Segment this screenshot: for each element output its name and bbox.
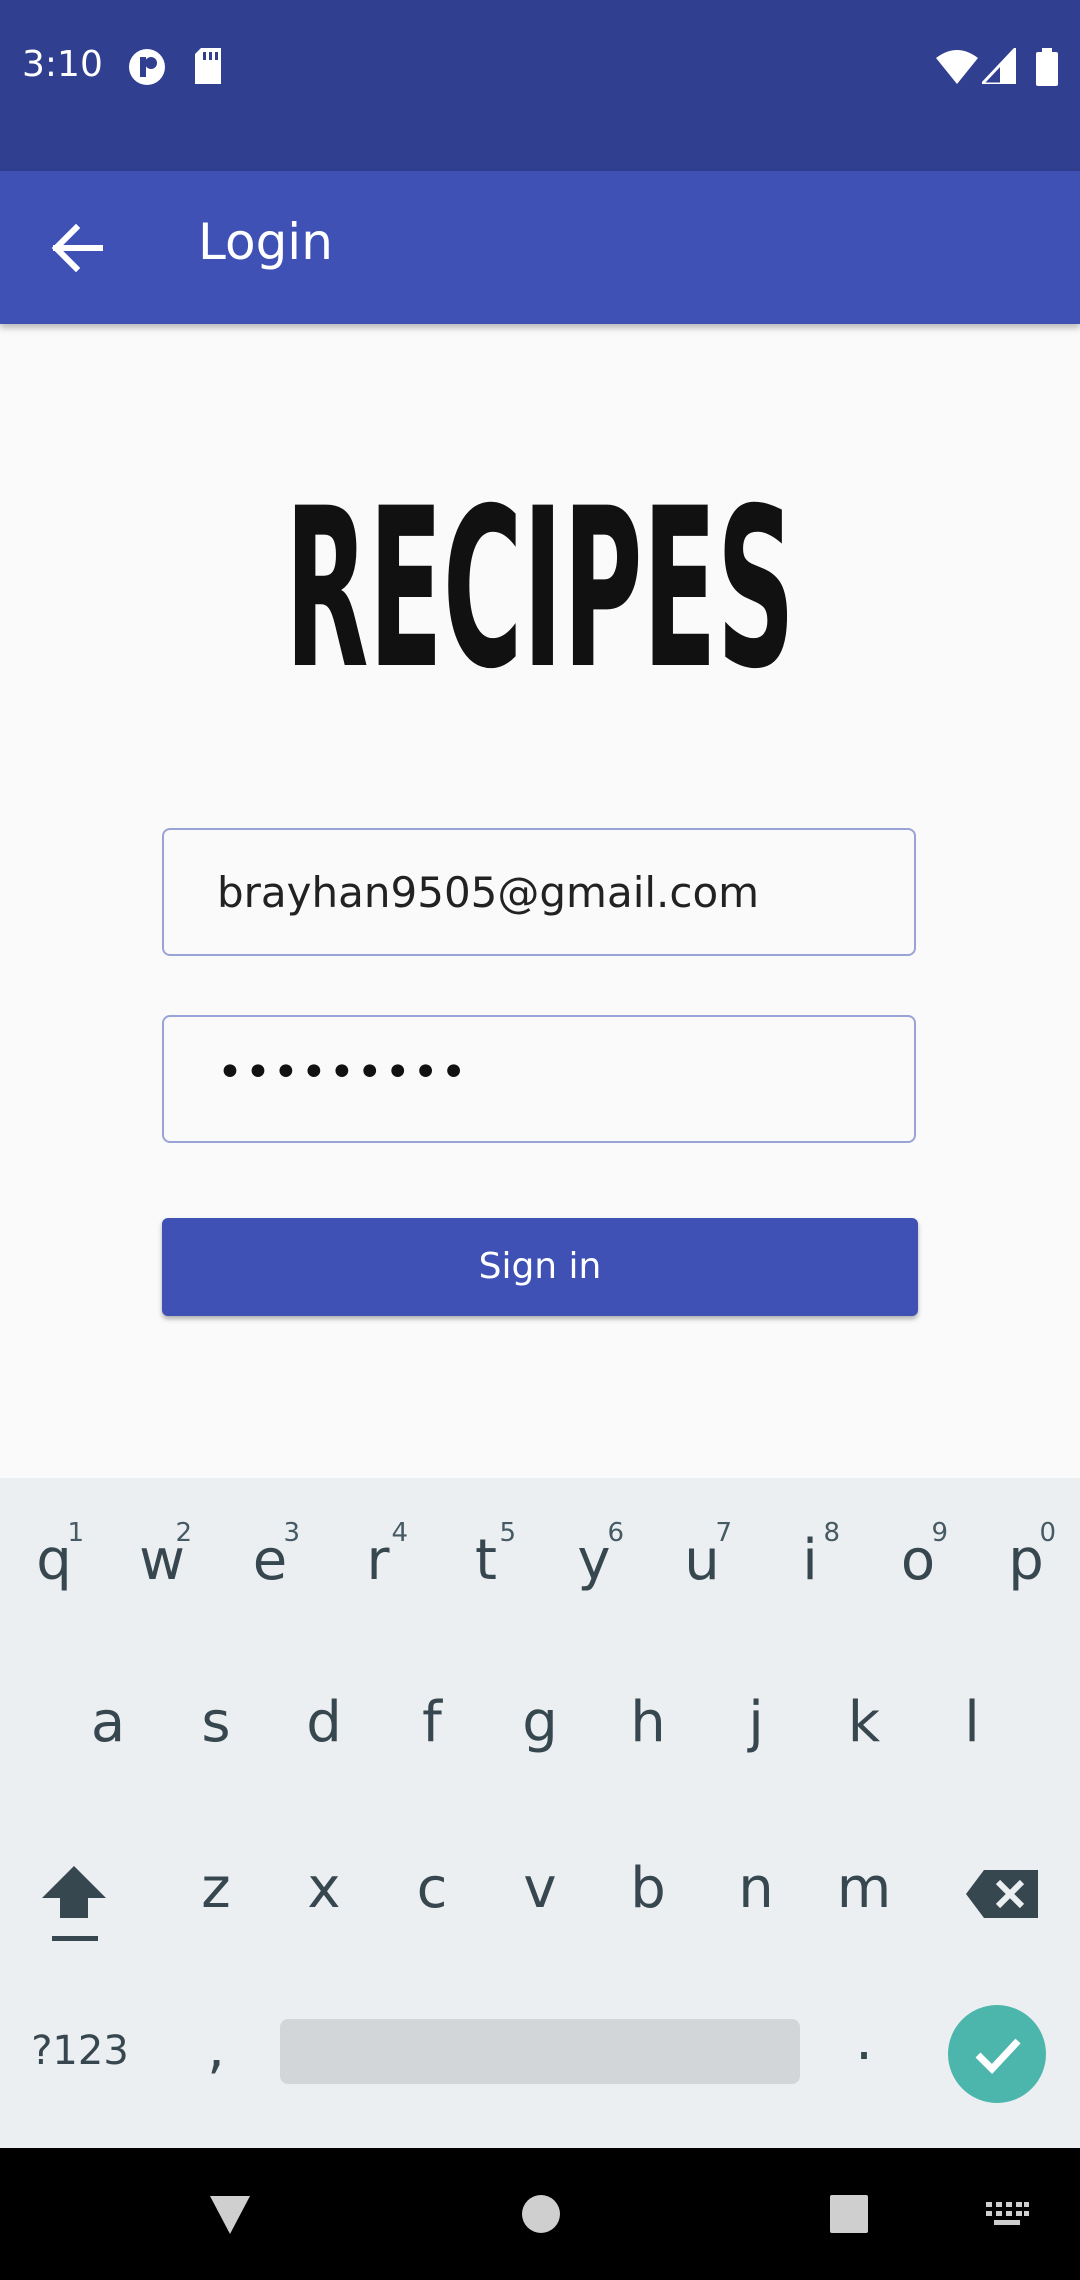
notification-app-icon [129, 49, 165, 85]
status-time: 3:10 [22, 44, 103, 85]
sign-in-button[interactable]: Sign in [162, 1218, 918, 1316]
arrow-back-icon [51, 223, 103, 273]
enter-key[interactable] [948, 2005, 1046, 2103]
password-value: ••••••••• [217, 1047, 469, 1098]
back-nav-icon[interactable] [206, 2190, 254, 2238]
key-u[interactable]: 7u [652, 1518, 752, 1593]
recipes-logo: RECIPES [285, 470, 795, 690]
back-button[interactable] [40, 211, 115, 286]
key-l[interactable]: l [922, 1690, 1022, 1755]
key-o[interactable]: 9o [868, 1518, 968, 1593]
key-b[interactable]: b [598, 1856, 698, 1921]
symbols-key[interactable]: ?123 [20, 2028, 140, 2074]
space-bar[interactable] [280, 2019, 800, 2084]
key-h[interactable]: h [598, 1690, 698, 1755]
key-q[interactable]: 1q [4, 1518, 104, 1593]
key-x[interactable]: x [274, 1856, 374, 1921]
key-d[interactable]: d [274, 1690, 374, 1755]
key-y[interactable]: 6y [544, 1518, 644, 1593]
email-field[interactable] [162, 828, 916, 956]
signal-icon [982, 48, 1016, 84]
check-icon [975, 2038, 1021, 2075]
key-v[interactable]: v [490, 1856, 590, 1921]
backspace-icon [966, 1870, 1038, 1918]
keyboard-switch-icon[interactable] [984, 2200, 1030, 2228]
key-n[interactable]: n [706, 1856, 806, 1921]
key-w[interactable]: 2w [112, 1518, 212, 1593]
key-j[interactable]: j [706, 1690, 806, 1755]
navigation-bar [0, 2148, 1080, 2280]
key-p[interactable]: 0p [976, 1518, 1076, 1593]
backspace-key[interactable] [954, 1856, 1054, 1936]
status-bar: 3:10 [0, 0, 1080, 171]
key-f[interactable]: f [382, 1690, 482, 1755]
key-t[interactable]: 5t [436, 1518, 536, 1593]
key-i[interactable]: 8i [760, 1518, 860, 1593]
key-e[interactable]: 3e [220, 1518, 320, 1593]
recents-nav-icon[interactable] [828, 2193, 870, 2235]
key-r[interactable]: 4r [328, 1518, 428, 1593]
logo-text: RECIPES [285, 470, 795, 690]
key-s[interactable]: s [166, 1690, 266, 1755]
key-k[interactable]: k [814, 1690, 914, 1755]
email-input[interactable] [164, 830, 914, 954]
key-m[interactable]: m [814, 1856, 914, 1921]
shift-key[interactable] [24, 1848, 124, 1948]
key-g[interactable]: g [490, 1690, 590, 1755]
wifi-icon [936, 50, 978, 84]
sd-card-icon [195, 48, 221, 84]
key-a[interactable]: a [58, 1690, 158, 1755]
page-title: Login [198, 213, 333, 271]
period-key[interactable]: . [814, 2008, 914, 2073]
shift-icon [42, 1866, 106, 1941]
password-field[interactable]: ••••••••• [162, 1015, 916, 1143]
home-nav-icon[interactable] [520, 2193, 562, 2235]
keyboard: 1q 2w 3e 4r 5t 6y 7u 8i 9o 0p a s d f g … [0, 1478, 1080, 2148]
key-c[interactable]: c [382, 1856, 482, 1921]
battery-icon [1036, 48, 1058, 86]
key-z[interactable]: z [166, 1856, 266, 1921]
comma-key[interactable]: , [166, 2016, 266, 2081]
app-bar: Login [0, 171, 1080, 324]
